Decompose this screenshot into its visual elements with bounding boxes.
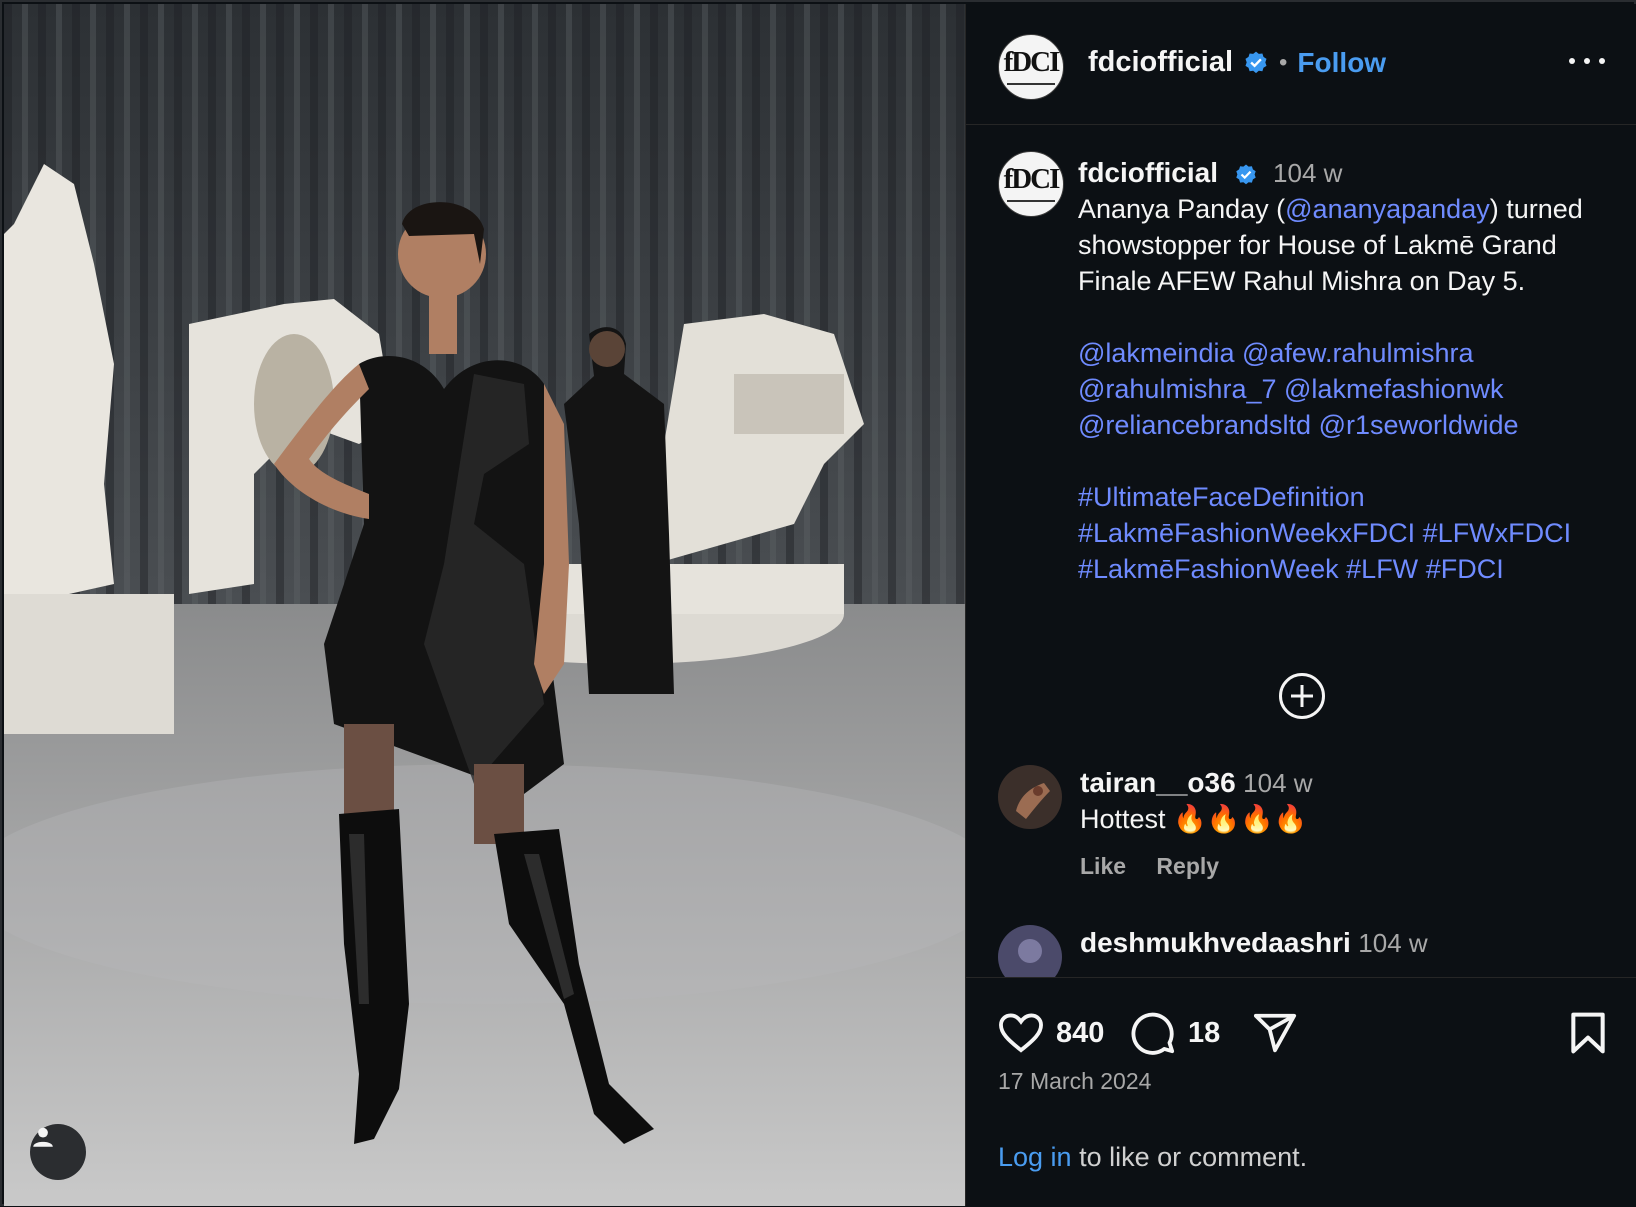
commenter-username[interactable]: tairan__o36 <box>1080 767 1236 798</box>
action-bar: 840 18 <box>998 1008 1608 1058</box>
commenter-photo <box>998 925 1062 977</box>
fdci-logo: fDCI <box>1003 46 1061 78</box>
caption-time[interactable]: 104 w <box>1273 158 1342 188</box>
caption-text-paren: ) <box>1489 194 1499 224</box>
like-action[interactable]: 840 <box>998 1008 1104 1058</box>
comment-body: deshmukhvedaashri 104 w <box>1080 925 1428 961</box>
commenter-username[interactable]: deshmukhvedaashri <box>1080 927 1351 958</box>
runway-photo <box>4 4 965 1206</box>
mention-link[interactable]: @lakmefashionwk <box>1284 374 1504 404</box>
load-more-comments-icon[interactable] <box>1279 673 1325 719</box>
commenter-avatar[interactable] <box>998 925 1062 977</box>
comment-action[interactable]: 18 <box>1130 1008 1220 1058</box>
verified-badge-icon <box>1245 51 1267 73</box>
comment-icon[interactable] <box>1130 1010 1176 1056</box>
caption-text-start: Ananya Panday ( <box>1078 194 1286 224</box>
logo-subtext <box>1007 200 1055 202</box>
author-avatar[interactable]: fDCI <box>998 34 1064 100</box>
post-dialog: fDCI fdciofficial • Follow fDCI fdcioffi… <box>0 0 1636 1206</box>
fdci-logo: fDCI <box>1003 163 1061 195</box>
caption-username[interactable]: fdciofficial <box>1078 157 1218 188</box>
comment-time[interactable]: 104 w <box>1243 768 1312 798</box>
login-prompt-text: to like or comment. <box>1071 1142 1308 1172</box>
more-icon <box>1569 58 1575 64</box>
comment-time[interactable]: 104 w <box>1358 928 1427 958</box>
hashtag-link[interactable]: #LFWxFDCI <box>1423 518 1572 548</box>
caption-mentions: @lakmeindia @afew.rahulmishra @rahulmish… <box>1078 335 1598 443</box>
login-link[interactable]: Log in <box>998 1142 1072 1172</box>
mention-link[interactable]: @rahulmishra_7 <box>1078 374 1277 404</box>
comments-scroll-area[interactable]: fDCI fdciofficial 104 w Ananya Panday (@… <box>966 125 1636 977</box>
verified-badge-icon <box>1235 164 1256 185</box>
comment-actions: Like Reply <box>1080 853 1243 880</box>
post-date[interactable]: 17 March 2024 <box>998 1068 1151 1095</box>
hashtag-link[interactable]: #LFW <box>1346 554 1418 584</box>
comment-body: tairan__o36 104 w Hottest 🔥🔥🔥🔥 <box>1080 765 1313 837</box>
mention-link[interactable]: @afew.rahulmishra <box>1242 338 1474 368</box>
login-prompt: Log in to like or comment. <box>998 1142 1307 1173</box>
mention-link[interactable]: @r1seworldwide <box>1319 410 1519 440</box>
share-icon[interactable] <box>1252 1010 1298 1056</box>
caption-heading: fdciofficial 104 w <box>1078 155 1598 191</box>
caption-avatar[interactable]: fDCI <box>998 151 1064 217</box>
logo-subtext <box>1007 83 1055 85</box>
post-footer: 840 18 17 March 2024 Log in to like or c… <box>966 977 1636 1207</box>
like-count[interactable]: 840 <box>1056 1017 1104 1050</box>
commenter-avatar[interactable] <box>998 765 1062 829</box>
heart-icon[interactable] <box>998 1012 1044 1054</box>
caption-hashtags: #UltimateFaceDefinition #LakmēFashionWee… <box>1078 479 1598 587</box>
post-image[interactable] <box>4 4 965 1206</box>
mention-link[interactable]: @reliancebrandsltd <box>1078 410 1311 440</box>
hashtag-link[interactable]: #FDCI <box>1426 554 1504 584</box>
follow-button[interactable]: Follow <box>1297 47 1386 79</box>
caption-body: Ananya Panday (@ananyapanday) turned sho… <box>1078 191 1598 299</box>
comment-reply-button[interactable]: Reply <box>1156 853 1219 879</box>
mention-link[interactable]: @lakmeindia <box>1078 338 1234 368</box>
caption-text: fdciofficial 104 w Ananya Panday (@anany… <box>1078 155 1598 587</box>
user-tag-icon <box>33 1127 53 1147</box>
tagged-users-button[interactable] <box>30 1124 86 1180</box>
hashtag-link[interactable]: #UltimateFaceDefinition <box>1078 482 1365 512</box>
post-side-panel: fDCI fdciofficial • Follow fDCI fdcioffi… <box>965 4 1636 1206</box>
more-options-button[interactable] <box>1569 52 1605 70</box>
author-username[interactable]: fdciofficial <box>1088 46 1233 79</box>
hashtag-link[interactable]: #LakmēFashionWeek <box>1078 554 1339 584</box>
bookmark-icon[interactable] <box>1568 1011 1608 1055</box>
hashtag-link[interactable]: #LakmēFashionWeekxFDCI <box>1078 518 1415 548</box>
comment-text: Hottest 🔥🔥🔥🔥 <box>1080 804 1308 834</box>
comment-count[interactable]: 18 <box>1188 1017 1220 1050</box>
save-action[interactable] <box>1568 1008 1608 1058</box>
header-user-row: fdciofficial • Follow <box>1088 46 1386 79</box>
share-action[interactable] <box>1252 1008 1298 1058</box>
commenter-photo <box>998 765 1062 829</box>
separator-dot: • <box>1279 48 1288 76</box>
comment-like-button[interactable]: Like <box>1080 853 1126 879</box>
post-header: fDCI fdciofficial • Follow <box>966 4 1636 125</box>
mention-link[interactable]: @ananyapanday <box>1285 194 1490 224</box>
